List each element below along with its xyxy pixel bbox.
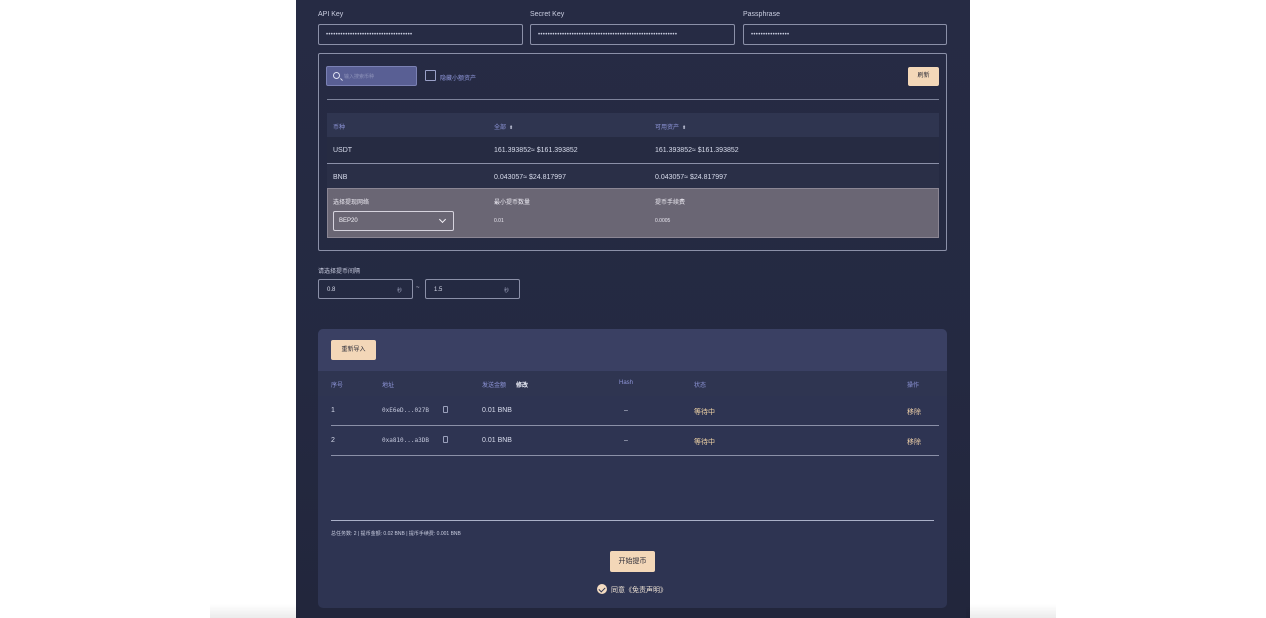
chevron-down-icon xyxy=(438,215,447,224)
network-select-value: BEP20 xyxy=(339,218,358,224)
task-amount: 0.01 BNB xyxy=(482,407,512,414)
fee-label: 提币手续费 xyxy=(655,200,686,206)
col-address: 地址 xyxy=(382,383,395,389)
interval-unit: 秒 xyxy=(396,288,402,294)
col-action: 操作 xyxy=(907,383,920,389)
hide-small-checkbox[interactable] xyxy=(425,70,436,81)
asset-total: 0.043057≈ $24.817997 xyxy=(494,174,566,181)
task-index: 2 xyxy=(331,437,335,444)
secret-key-input[interactable]: ••••••••••••••••••••••••••••••••••••••••… xyxy=(530,24,735,45)
network-select[interactable]: BEP20 xyxy=(333,211,454,231)
check-circle-icon[interactable] xyxy=(597,584,607,594)
task-row: 2 0xa810...a3DB 0.01 BNB – 等待中 移除 xyxy=(331,426,939,456)
secret-key-label: Secret Key xyxy=(530,11,565,18)
task-status: 等待中 xyxy=(694,439,715,446)
copy-icon[interactable] xyxy=(443,406,448,413)
passphrase-label: Passphrase xyxy=(743,11,780,18)
assets-table-header: 币种 全部 ⬍ 可用资产 ⬍ xyxy=(327,113,939,137)
task-row: 1 0xE6eD...027B 0.01 BNB – 等待中 移除 xyxy=(331,396,939,426)
min-amount-label: 最小提币数量 xyxy=(494,200,531,206)
interval-max-value: 1.5 xyxy=(434,287,443,293)
fee-value: 0.0005 xyxy=(655,218,671,224)
interval-max-input[interactable]: 1.5 秒 xyxy=(425,279,520,299)
asset-total: 161.393852≈ $161.393852 xyxy=(494,147,578,154)
col-total-label: 全部 xyxy=(494,125,507,131)
api-key-input[interactable]: •••••••••••••••••••••••••••••••••••• xyxy=(318,24,523,45)
interval-label: 请选择提币间隔 xyxy=(318,269,361,275)
api-key-label: API Key xyxy=(318,11,344,18)
task-hash: – xyxy=(624,437,628,444)
task-index: 1 xyxy=(331,407,335,414)
refresh-button[interactable]: 刷新 xyxy=(908,67,939,86)
copy-icon[interactable] xyxy=(443,436,448,443)
summary-divider xyxy=(331,520,934,521)
col-coin: 币种 xyxy=(333,125,346,131)
col-available[interactable]: 可用资产 ⬍ xyxy=(655,122,686,131)
task-summary: 总任务数: 2 | 提币金额: 0.02 BNB | 提币手续费: 0.001 … xyxy=(331,531,461,537)
task-toolbar: 重新导入 xyxy=(318,329,947,371)
task-amount: 0.01 BNB xyxy=(482,437,512,444)
col-amount: 发送金额 xyxy=(482,383,507,389)
remove-button[interactable]: 移除 xyxy=(907,407,921,417)
col-available-label: 可用资产 xyxy=(655,125,680,131)
network-label: 选择提现网络 xyxy=(333,200,370,206)
asset-row-bnb[interactable]: BNB 0.043057≈ $24.817997 0.043057≈ $24.8… xyxy=(327,163,939,189)
panel-shadow-left xyxy=(210,604,300,618)
sort-icon[interactable]: ⬍ xyxy=(682,125,686,131)
asset-coin: USDT xyxy=(333,147,353,154)
task-address: 0xa810...a3DB xyxy=(382,437,429,444)
hide-small-label[interactable]: 隐藏小额资产 xyxy=(440,73,476,82)
search-placeholder: 输入搜索币种 xyxy=(344,74,375,80)
withdraw-detail-panel: 选择提现网络 最小提币数量 提币手续费 BEP20 0.01 0.0005 xyxy=(327,188,939,238)
coin-search-input[interactable]: 输入搜索币种 xyxy=(326,66,417,86)
asset-available: 0.043057≈ $24.817997 xyxy=(655,174,727,181)
col-hash: Hash xyxy=(619,380,634,386)
min-amount-value: 0.01 xyxy=(494,218,504,224)
asset-available: 161.393852≈ $161.393852 xyxy=(655,147,739,154)
col-total[interactable]: 全部 ⬍ xyxy=(494,122,513,131)
asset-row-usdt[interactable]: USDT 161.393852≈ $161.393852 161.393852≈… xyxy=(327,137,939,163)
panel-shadow-right xyxy=(966,604,1056,618)
interval-min-value: 0.8 xyxy=(327,287,336,293)
start-withdraw-button[interactable]: 开始提币 xyxy=(610,551,655,572)
asset-coin: BNB xyxy=(333,174,348,181)
search-icon xyxy=(333,72,340,79)
remove-button[interactable]: 移除 xyxy=(907,437,921,447)
reimport-button[interactable]: 重新导入 xyxy=(331,340,376,360)
col-index: 序号 xyxy=(331,383,344,389)
task-panel: 重新导入 序号 地址 发送金额 修改 Hash 状态 操作 1 0xE6eD..… xyxy=(318,329,947,608)
disclaimer-agree-link[interactable]: 同意《免责声明》 xyxy=(611,585,667,595)
col-status: 状态 xyxy=(694,383,707,389)
task-table-header: 序号 地址 发送金额 修改 Hash 状态 操作 xyxy=(318,371,947,396)
task-address: 0xE6eD...027B xyxy=(382,407,429,414)
passphrase-input[interactable]: •••••••••••••••• xyxy=(743,24,947,45)
task-hash: – xyxy=(624,407,628,414)
interval-min-input[interactable]: 0.8 秒 xyxy=(318,279,413,299)
assets-divider xyxy=(327,99,939,100)
sort-icon[interactable]: ⬍ xyxy=(509,125,513,131)
interval-separator: ~ xyxy=(416,285,420,291)
task-status: 等待中 xyxy=(694,409,715,416)
amount-edit-link[interactable]: 修改 xyxy=(516,380,528,389)
interval-unit: 秒 xyxy=(503,288,509,294)
